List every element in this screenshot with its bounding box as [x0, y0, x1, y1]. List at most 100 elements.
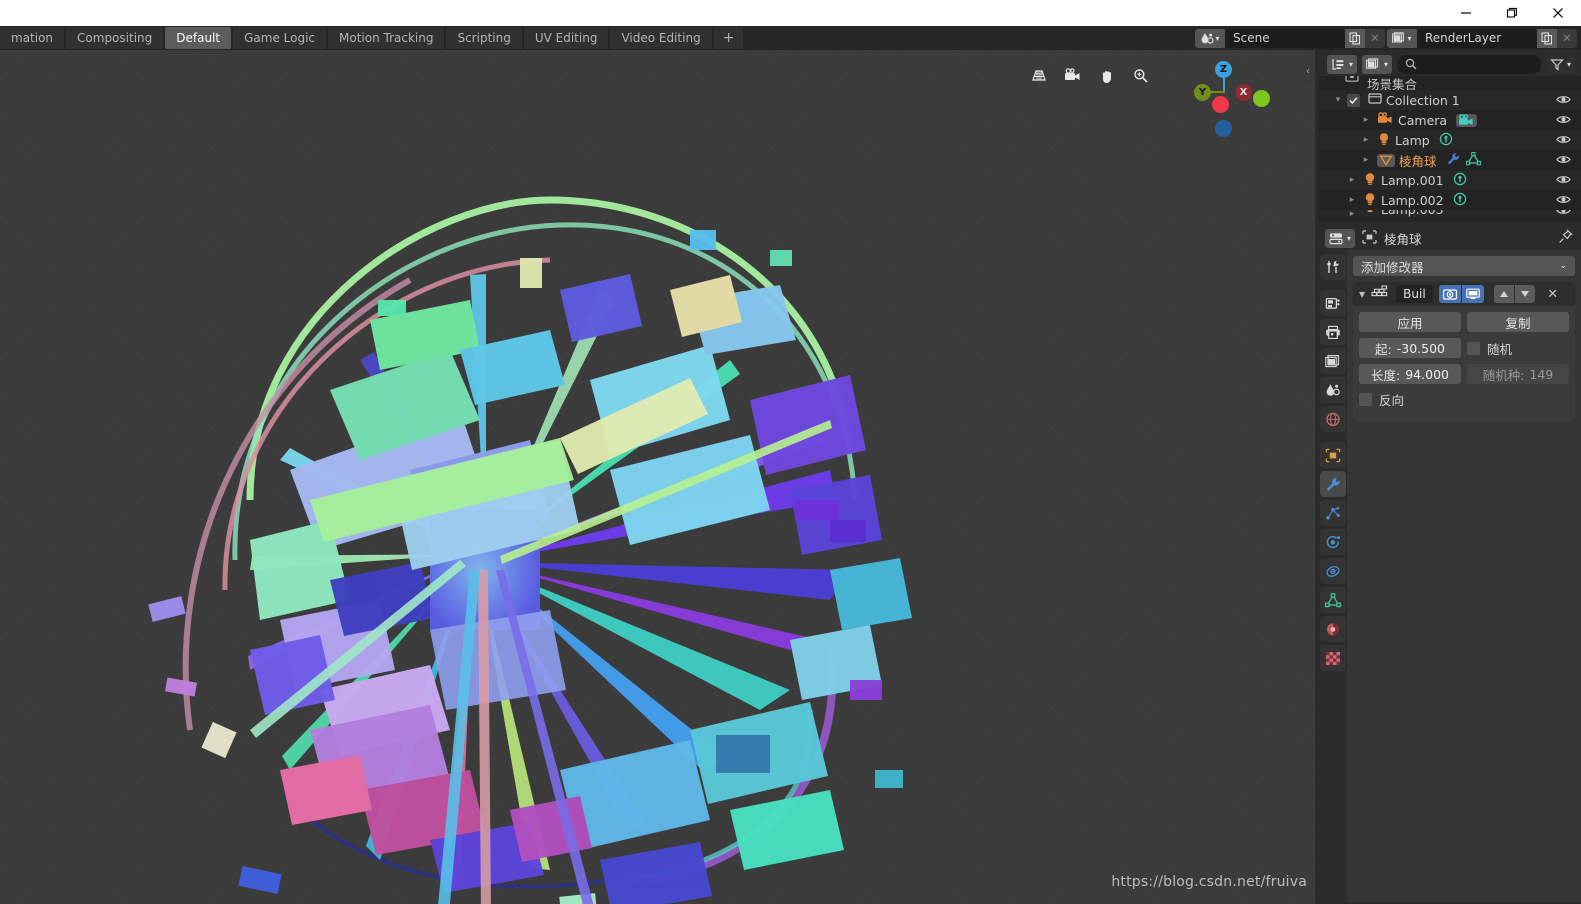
renderlayer-icon[interactable]: ▾ [1387, 28, 1417, 48]
properties-tab-modifiers[interactable] [1320, 471, 1346, 497]
maximize-button[interactable] [1489, 0, 1535, 26]
outliner-tree[interactable]: 场景集合 ▾ Collection 1 ▸ Camera ▸ Lamp ▸ 棱角… [1319, 76, 1581, 222]
properties-tab-texture[interactable] [1320, 645, 1346, 671]
disclosure-triangle-icon[interactable]: ▸ [1345, 175, 1359, 185]
eye-icon[interactable] [1556, 210, 1571, 218]
gizmo-axis-neg-z[interactable] [1215, 120, 1232, 137]
renderlayer-name-field[interactable]: RenderLayer [1417, 28, 1537, 48]
properties-tab-view-layer[interactable] [1320, 348, 1346, 374]
id-type-filter-icon[interactable]: ▾ [1362, 54, 1393, 74]
gizmo-axis-neg-x[interactable] [1212, 96, 1229, 113]
disclosure-triangle-icon[interactable]: ▸ [1359, 155, 1373, 165]
pin-icon[interactable] [1558, 228, 1573, 248]
mesh-data-icon[interactable] [1465, 151, 1481, 169]
properties-tab-object[interactable] [1320, 442, 1346, 468]
lamp-data-icon[interactable] [1439, 132, 1453, 149]
disclosure-triangle-icon[interactable]: ▾ [1331, 95, 1345, 105]
outliner-filter-button[interactable]: ▾ [1545, 54, 1575, 74]
collapse-triangle-icon[interactable]: ▼ [1359, 290, 1365, 299]
apply-modifier-button[interactable]: 应用 [1359, 312, 1461, 332]
random-order-checkbox[interactable] [1467, 341, 1480, 355]
outliner-row-lamp-003[interactable]: ▸ Lamp.003 [1319, 210, 1581, 218]
unlink-scene-button[interactable]: ✕ [1365, 28, 1385, 48]
viewport-visibility-toggle[interactable] [1461, 285, 1484, 303]
screen-tab-uv-editing[interactable]: UV Editing [523, 27, 609, 49]
properties-tab-scene[interactable] [1320, 377, 1346, 403]
minimize-button[interactable] [1443, 0, 1489, 26]
properties-tab-object-data[interactable] [1320, 587, 1346, 613]
3d-viewport[interactable]: Z X Y ‹ https://blog.csdn.net/fruiva [0, 50, 1315, 904]
copy-modifier-button[interactable]: 复制 [1467, 312, 1569, 332]
add-screen-tab-button[interactable]: + [713, 27, 744, 49]
outliner-row-lamp-001[interactable]: ▸ Lamp.001 [1319, 170, 1581, 190]
eye-icon[interactable] [1556, 153, 1571, 169]
delete-modifier-button[interactable]: ✕ [1545, 287, 1561, 302]
outliner-row-lamp[interactable]: ▸ Lamp [1319, 130, 1581, 150]
length-field[interactable]: 长度: 94.000 [1359, 364, 1461, 384]
view-pan-hand-icon[interactable] [1093, 62, 1121, 90]
render-visibility-toggle[interactable] [1438, 285, 1461, 303]
screen-tab-game-logic[interactable]: Game Logic [233, 27, 327, 49]
properties-tab-tool[interactable] [1320, 254, 1346, 280]
properties-tab-constraints[interactable] [1320, 558, 1346, 584]
screen-tab-video-editing[interactable]: Video Editing [610, 27, 712, 49]
random-seed-field[interactable]: 随机种: 149 [1467, 364, 1569, 384]
screen-tab-animation[interactable]: mation [0, 27, 65, 49]
scene-datablock[interactable]: ▾ Scene ✕ [1195, 28, 1385, 48]
eye-icon[interactable] [1556, 133, 1571, 149]
outliner-display-mode-icon[interactable]: ▾ [1327, 54, 1358, 74]
gizmo-axis-y[interactable]: Y [1194, 84, 1211, 101]
unlink-renderlayer-button[interactable]: ✕ [1557, 28, 1577, 48]
properties-tab-material[interactable] [1320, 616, 1346, 642]
eye-icon[interactable] [1556, 193, 1571, 209]
properties-tab-physics[interactable] [1320, 529, 1346, 555]
close-button[interactable] [1535, 0, 1581, 26]
modifier-wrench-icon[interactable] [1446, 152, 1461, 169]
viewport-sidebar-collapse-arrow[interactable]: ‹ [1301, 58, 1315, 84]
reversed-checkbox-row[interactable]: 反向 [1359, 390, 1569, 409]
random-order-row[interactable]: 随机 [1467, 338, 1569, 358]
move-modifier-up-button[interactable] [1493, 285, 1514, 303]
outliner-row-mesh-object[interactable]: ▸ 棱角球 [1319, 150, 1581, 170]
disclosure-triangle-icon[interactable]: ▸ [1345, 210, 1359, 218]
start-frame-field[interactable]: 起: -30.500 [1359, 338, 1461, 358]
gizmo-axis-x[interactable]: X [1235, 84, 1252, 101]
renderlayer-datablock[interactable]: ▾ RenderLayer ✕ [1387, 28, 1577, 48]
new-scene-button[interactable] [1345, 28, 1365, 48]
add-modifier-button[interactable]: 添加修改器 ⌄ [1353, 256, 1575, 276]
modifier-name-field[interactable]: Buil [1396, 285, 1433, 303]
outliner-row-camera[interactable]: ▸ Camera [1319, 110, 1581, 130]
gizmo-axis-neg-y[interactable] [1253, 90, 1270, 107]
screen-tab-scripting[interactable]: Scripting [446, 27, 522, 49]
view-grid-icon[interactable] [1025, 62, 1053, 90]
screen-tab-motion-tracking[interactable]: Motion Tracking [328, 27, 445, 49]
outliner-row-lamp-002[interactable]: ▸ Lamp.002 [1319, 190, 1581, 210]
view-camera-icon[interactable] [1059, 62, 1087, 90]
outliner-search-input[interactable] [1397, 54, 1541, 74]
view-zoom-icon[interactable] [1127, 62, 1155, 90]
camera-data-icon[interactable] [1456, 113, 1478, 127]
lamp-data-icon[interactable] [1453, 192, 1467, 209]
eye-icon[interactable] [1556, 113, 1571, 129]
disclosure-triangle-icon[interactable]: ▸ [1345, 195, 1359, 205]
outliner-row-collection-1[interactable]: ▾ Collection 1 [1319, 90, 1581, 110]
viewport-navigation-gizmo[interactable]: Z X Y [1183, 58, 1270, 137]
scene-name-field[interactable]: Scene [1225, 28, 1345, 48]
disclosure-triangle-icon[interactable]: ▸ [1359, 135, 1373, 145]
reversed-checkbox[interactable] [1359, 393, 1372, 406]
outliner-row-scene-collection[interactable]: 场景集合 [1319, 76, 1581, 90]
move-modifier-down-button[interactable] [1514, 285, 1535, 303]
properties-tab-output[interactable] [1320, 319, 1346, 345]
disclosure-triangle-icon[interactable]: ▸ [1359, 115, 1373, 125]
collection-checkbox[interactable] [1347, 93, 1360, 107]
properties-tab-render[interactable] [1320, 290, 1346, 316]
lamp-data-icon[interactable] [1453, 172, 1467, 189]
properties-editor-icon[interactable]: ▾ [1325, 228, 1356, 248]
properties-tab-particles[interactable] [1320, 500, 1346, 526]
screen-tab-default[interactable]: Default [165, 27, 232, 49]
screen-tab-compositing[interactable]: Compositing [66, 27, 164, 49]
eye-icon[interactable] [1556, 93, 1571, 109]
properties-tab-world[interactable] [1320, 406, 1346, 432]
new-renderlayer-button[interactable] [1537, 28, 1557, 48]
scene-icon[interactable]: ▾ [1195, 28, 1225, 48]
